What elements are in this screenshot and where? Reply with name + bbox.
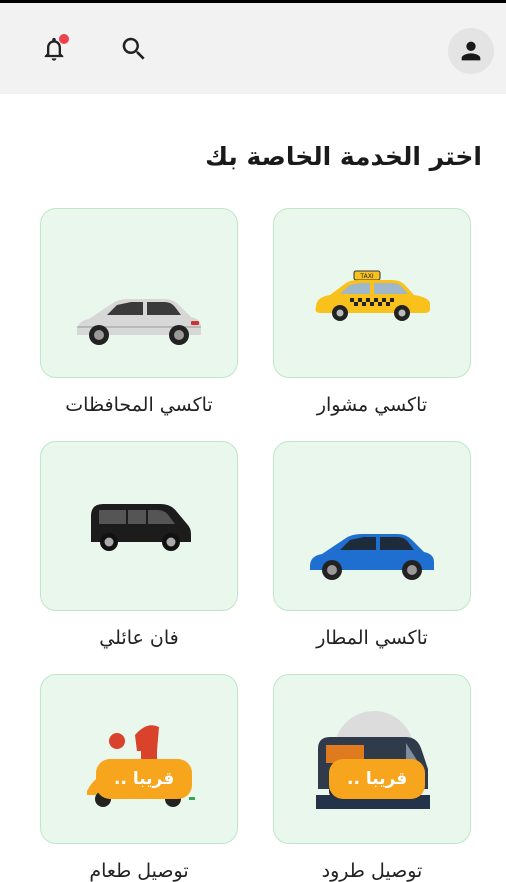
top-app-bar bbox=[0, 3, 506, 94]
service-card-food-delivery[interactable]: قريبا .. bbox=[40, 674, 238, 844]
search-icon bbox=[122, 37, 145, 60]
service-label: توصيل طرود bbox=[321, 860, 423, 882]
service-label: فان عائلي bbox=[99, 627, 179, 649]
yellow-taxi-image: TAXI bbox=[315, 270, 430, 321]
service-label: تاكسي المحافظات bbox=[65, 394, 213, 416]
service-card-taxi-trip[interactable]: TAXI bbox=[273, 208, 471, 378]
service-card-parcel-delivery[interactable]: قريبا .. bbox=[273, 674, 471, 844]
svg-text:TAXI: TAXI bbox=[359, 273, 373, 280]
service-label: توصيل طعام bbox=[89, 860, 189, 882]
person-icon bbox=[461, 41, 481, 61]
black-van-image bbox=[91, 504, 191, 551]
notifications-button[interactable] bbox=[36, 31, 72, 67]
service-label: تاكسي مشوار bbox=[316, 394, 428, 416]
service-card-family-van[interactable] bbox=[40, 441, 238, 611]
coming-soon-badge: قريبا .. bbox=[329, 759, 426, 799]
blue-car-image bbox=[310, 534, 434, 580]
coming-soon-badge: قريبا .. bbox=[96, 759, 193, 799]
silver-car-image bbox=[77, 299, 201, 345]
service-label: تاكسي المطار bbox=[316, 627, 428, 649]
page-title: اختر الخدمة الخاصة بك bbox=[205, 142, 482, 171]
notification-dot bbox=[59, 34, 69, 44]
search-button[interactable] bbox=[116, 31, 152, 67]
service-card-governorates-taxi[interactable] bbox=[40, 208, 238, 378]
profile-button[interactable] bbox=[448, 28, 494, 74]
service-card-airport-taxi[interactable] bbox=[273, 441, 471, 611]
